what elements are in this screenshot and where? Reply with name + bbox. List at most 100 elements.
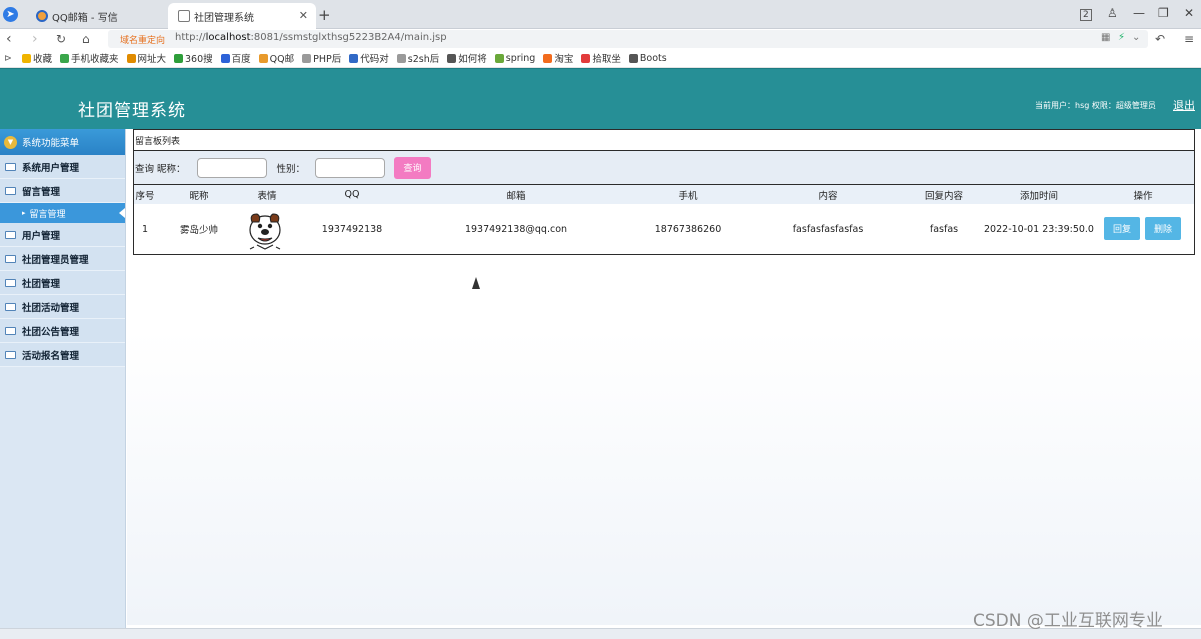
column-header: 回复内容 [924, 190, 964, 202]
sidebar-item-activity-signups[interactable]: 活动报名管理 [0, 343, 125, 367]
search-form: 查询 昵称： 性别： 查询 [133, 150, 1195, 185]
sidebar-item-users[interactable]: 用户管理 [0, 223, 125, 247]
column-header: QQ [344, 189, 360, 200]
bookmark-favicon-icon [349, 53, 359, 63]
sidebar-item-system-users[interactable]: 系统用户管理 [0, 155, 125, 179]
bookmark-label: Boots [639, 52, 667, 64]
active-indicator-icon [119, 208, 125, 218]
back-icon[interactable]: ‹ [6, 31, 12, 47]
gender-input[interactable] [315, 157, 386, 178]
minimize-icon[interactable]: — [1133, 6, 1145, 20]
forward-icon[interactable]: › [32, 31, 38, 47]
sidebar-item-label: 系统用户管理 [22, 162, 80, 174]
sidebar-item-club-activities[interactable]: 社团活动管理 [0, 295, 125, 319]
reload-icon[interactable]: ↻ [56, 31, 66, 47]
bookmark-item[interactable]: PHP后 [302, 51, 341, 65]
sidebar-toggle-icon[interactable]: ⊳ [4, 53, 12, 64]
logout-link[interactable]: 退出 [1173, 97, 1195, 113]
bookmark-item[interactable]: spring [494, 52, 536, 64]
bookmark-label: 360搜 [185, 54, 213, 65]
bookmark-item[interactable]: 网址大 [126, 51, 166, 65]
row-qq: 1937492138 [321, 223, 383, 235]
bookmark-favicon-icon [220, 53, 230, 63]
menu-item-icon [5, 278, 16, 287]
bookmark-item[interactable]: s2sh后 [396, 51, 439, 65]
bookmark-item[interactable]: 代码对 [349, 51, 389, 65]
shirt-icon[interactable]: ♙ [1107, 6, 1118, 20]
close-tab-icon[interactable]: ✕ [299, 9, 308, 22]
bookmark-item[interactable]: 拾取坐 [581, 51, 621, 65]
column-header: 内容 [818, 190, 838, 202]
table-row: 1 雾岛少帅 1937492138 1937492138@qq.con 1876… [134, 204, 1194, 254]
qqmail-favicon-icon [36, 10, 48, 22]
reader-mode-icon[interactable]: ▦ [1101, 32, 1110, 43]
menu-heading-label: 系统功能菜单 [22, 138, 80, 149]
undo-icon[interactable]: ↶ [1155, 31, 1165, 47]
browser-tab-bar: ➤ QQ邮箱 - 写信 社团管理系统 ✕ + 2 ♙ — ❐ ✕ [0, 0, 1201, 29]
bookmark-item[interactable]: QQ邮 [258, 51, 294, 65]
bookmark-label: spring [505, 52, 536, 64]
sidebar-item-label: 留言管理 [22, 186, 61, 198]
message-table: 序号 昵称 表情 QQ 邮箱 手机 内容 回复内容 添加时间 操作 1 雾岛少帅 [133, 185, 1195, 255]
bookmark-favicon-icon [174, 53, 184, 63]
sidebar-item-club-admins[interactable]: 社团管理员管理 [0, 247, 125, 271]
sidebar-item-club-notices[interactable]: 社团公告管理 [0, 319, 125, 343]
bookmark-favicon-icon [447, 53, 457, 63]
menu-item-icon [5, 350, 16, 359]
reply-button[interactable]: 回复 [1104, 217, 1140, 240]
emoji-dog-avatar [245, 208, 289, 255]
sidebar-subitem-label: 留言管理 [29, 209, 66, 220]
menu-item-icon [5, 302, 16, 311]
delete-button[interactable]: 删除 [1145, 217, 1181, 240]
gender-label: 性别： [276, 163, 306, 175]
sidebar-item-label: 活动报名管理 [22, 350, 80, 362]
nickname-label: 查询 昵称： [135, 163, 186, 175]
tab-club-system[interactable]: 社团管理系统 ✕ [168, 3, 316, 29]
table-header-row: 序号 昵称 表情 QQ 邮箱 手机 内容 回复内容 添加时间 操作 [134, 185, 1194, 204]
column-header: 操作 [1133, 190, 1153, 202]
close-window-icon[interactable]: ✕ [1184, 6, 1194, 20]
menu-item-icon [5, 254, 16, 263]
url-text[interactable]: http://localhost:8081/ssmstglxthsg5223B2… [175, 32, 447, 43]
sidebar-item-label: 社团管理 [22, 278, 61, 290]
bookmark-favicon-icon [543, 53, 553, 63]
tab-count-badge[interactable]: 2 [1080, 9, 1092, 21]
section-title: 留言板列表 [133, 129, 1195, 150]
dropdown-icon[interactable]: ⌄ [1132, 32, 1140, 43]
current-user-info: 当前用户：hsg 权限：超级管理员 [1035, 101, 1156, 110]
sidebar-subitem-messages[interactable]: ▸ 留言管理 [0, 203, 125, 223]
bookmark-favicon-icon [628, 53, 638, 63]
menu-item-icon [5, 230, 16, 239]
column-header: 添加时间 [1019, 190, 1059, 202]
address-bar[interactable]: 域名重定向 http://localhost:8081/ssmstglxthsg… [108, 30, 1148, 48]
sidebar-menu: ▼ 系统功能菜单 系统用户管理 留言管理 ▸ 留言管理 用户管理 社团管理员管理… [0, 129, 126, 639]
home-icon[interactable]: ⌂ [82, 31, 90, 47]
sidebar-item-label: 社团管理员管理 [22, 254, 89, 266]
column-header: 序号 [135, 190, 155, 202]
bookmark-item[interactable]: Boots [628, 52, 667, 64]
bookmark-label: 收藏 [32, 54, 52, 65]
bookmark-item[interactable]: 收藏 [21, 51, 52, 65]
tab-qqmail[interactable]: QQ邮箱 - 写信 [26, 3, 168, 29]
column-header: 邮箱 [506, 190, 526, 202]
sidebar-item-clubs[interactable]: 社团管理 [0, 271, 125, 295]
search-button[interactable]: 查询 [394, 156, 432, 179]
nickname-input[interactable] [196, 157, 267, 178]
sidebar-item-messages[interactable]: 留言管理 [0, 179, 125, 203]
bookmark-label: 淘宝 [554, 54, 574, 65]
sidebar-item-label: 用户管理 [22, 230, 61, 242]
menu-icon[interactable]: ≡ [1184, 31, 1194, 47]
menu-item-icon [5, 162, 16, 171]
bookmark-item[interactable]: 手机收藏夹 [59, 51, 119, 65]
menu-heading[interactable]: ▼ 系统功能菜单 [0, 129, 125, 155]
bookmark-item[interactable]: 淘宝 [543, 51, 573, 65]
bookmark-item[interactable]: 360搜 [174, 51, 213, 65]
bookmark-label: 百度 [231, 54, 251, 65]
bookmark-item[interactable]: 如何将 [447, 51, 487, 65]
new-tab-icon[interactable]: + [318, 6, 331, 24]
browser-logo-icon[interactable]: ➤ [3, 7, 18, 22]
bookmark-item[interactable]: 百度 [220, 51, 251, 65]
row-reply: fasfas [929, 223, 959, 235]
restore-icon[interactable]: ❐ [1158, 6, 1169, 20]
lightning-icon[interactable]: ⚡ [1118, 32, 1125, 43]
